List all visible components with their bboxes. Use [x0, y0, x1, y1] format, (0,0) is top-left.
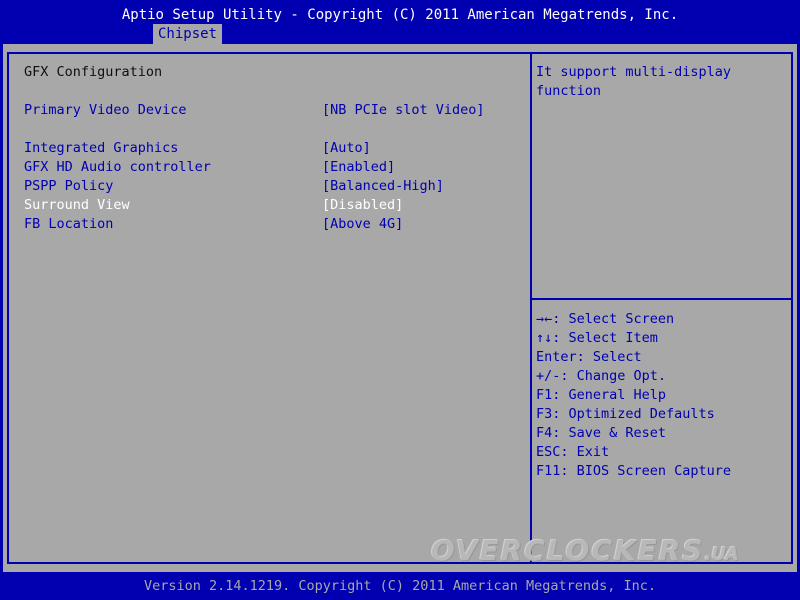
key-help-item: ESC: Exit — [536, 444, 610, 460]
setting-gfx-hd-audio-value[interactable]: [Enabled] — [322, 158, 395, 177]
key-help-item: F11: BIOS Screen Capture — [536, 463, 732, 479]
help-description: It support multi-display function — [536, 64, 732, 99]
key-help-item: →←: Select Screen — [536, 311, 675, 327]
key-help-item: ↑↓: Select Item — [536, 330, 658, 346]
setting-fb-location-value[interactable]: [Above 4G] — [322, 215, 403, 234]
watermark-logo: OVERCLOCKERS.UA — [431, 534, 739, 567]
panel-border-left — [7, 52, 9, 564]
key-help-list: →←: Select Screen ↑↓: Select Item Enter:… — [536, 310, 731, 481]
setting-pspp-policy-value[interactable]: [Balanced-High] — [322, 177, 444, 196]
setting-fb-location-label[interactable]: FB Location — [24, 215, 113, 234]
bios-screen: Aptio Setup Utility - Copyright (C) 2011… — [0, 0, 800, 600]
setting-gfx-hd-audio-label[interactable]: GFX HD Audio controller — [24, 158, 211, 177]
setting-primary-video-device-label[interactable]: Primary Video Device — [24, 101, 187, 120]
watermark-suffix: .UA — [704, 544, 740, 565]
panel-border-right — [791, 52, 793, 564]
key-help-item: Enter: Select — [536, 349, 642, 365]
key-help-item: F4: Save & Reset — [536, 425, 667, 441]
setting-primary-video-device-value[interactable]: [NB PCIe slot Video] — [322, 101, 485, 120]
title-bar: Aptio Setup Utility - Copyright (C) 2011… — [121, 7, 679, 23]
setting-integrated-graphics-value[interactable]: [Auto] — [322, 139, 371, 158]
key-help-item: +/-: Change Opt. — [536, 368, 667, 384]
tab-chipset[interactable]: Chipset — [153, 24, 222, 44]
key-help-item: F3: Optimized Defaults — [536, 406, 715, 422]
footer-version: Version 2.14.1219. Copyright (C) 2011 Am… — [143, 578, 657, 594]
main-panel: GFX Configuration Primary Video Device [… — [3, 44, 797, 572]
setting-integrated-graphics-label[interactable]: Integrated Graphics — [24, 139, 178, 158]
watermark-text: OVERCLOCKERS — [431, 534, 705, 567]
section-title: GFX Configuration — [24, 64, 163, 80]
panel-divider — [530, 52, 532, 564]
setting-pspp-policy-label[interactable]: PSPP Policy — [24, 177, 113, 196]
setting-surround-view-label: Surround View — [24, 197, 130, 213]
help-separator — [530, 298, 793, 300]
setting-surround-view-value: [Disabled] — [322, 197, 404, 213]
key-help-item: F1: General Help — [536, 387, 667, 403]
panel-border-top — [7, 52, 793, 54]
